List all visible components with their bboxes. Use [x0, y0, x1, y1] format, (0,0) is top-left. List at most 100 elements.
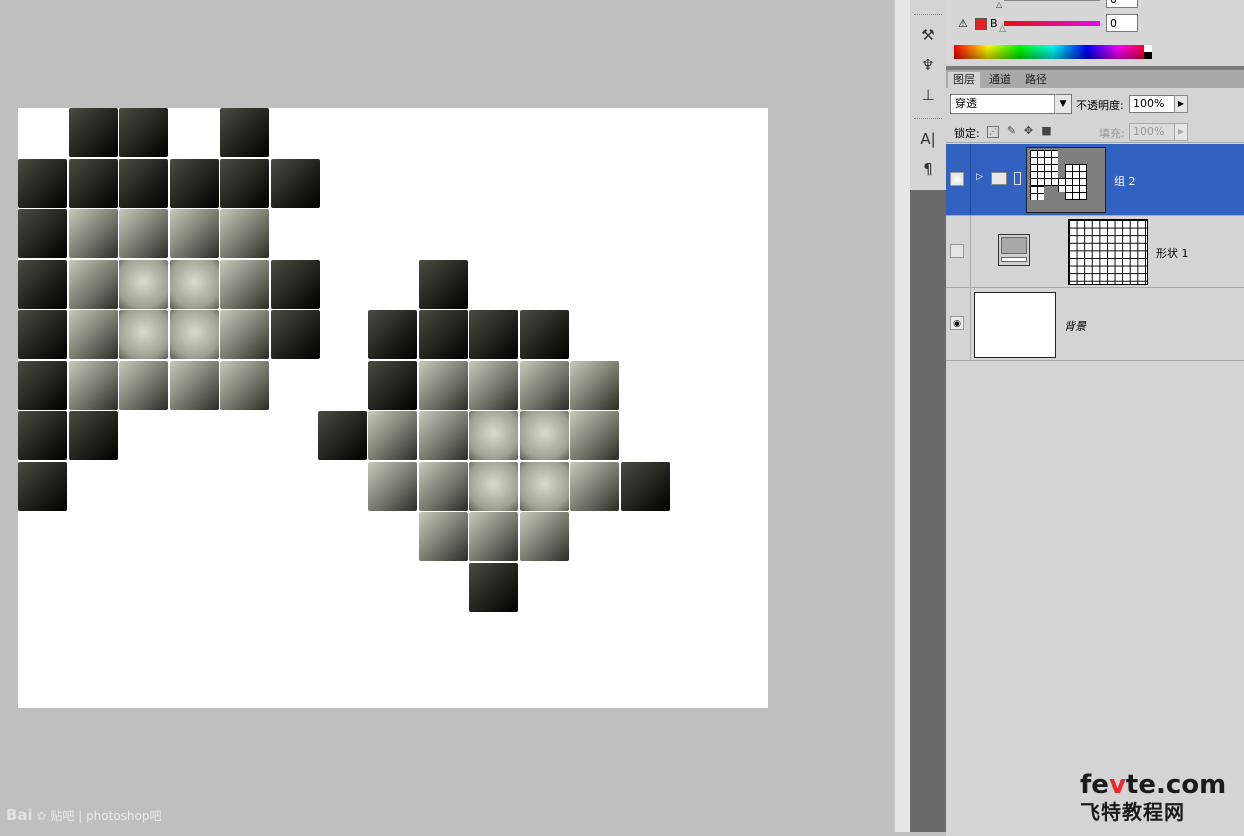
character-icon[interactable]: A|	[917, 128, 939, 150]
photo-tile-face-right	[418, 360, 468, 410]
photo-tile-face-left	[220, 209, 269, 258]
color-spectrum-bar[interactable]	[954, 45, 1152, 59]
photo-tile-face-left	[119, 259, 168, 309]
photo-tile-face-left	[270, 259, 320, 309]
tab-channels[interactable]: 通道	[984, 72, 1016, 88]
photo-tile-face-left	[220, 259, 269, 309]
document-canvas[interactable]	[18, 108, 768, 708]
photo-tile-face-left	[169, 259, 219, 309]
chevron-down-icon[interactable]: ▼	[1054, 95, 1071, 113]
lock-all-icon[interactable]: ■	[1040, 124, 1053, 137]
photo-tile-face-right	[620, 461, 670, 511]
color-swatch[interactable]	[975, 18, 987, 30]
lock-paint-icon[interactable]: ✎	[1005, 124, 1018, 137]
tab-layers[interactable]: 图层	[948, 72, 980, 88]
mask-grid-left-bottom	[1030, 186, 1044, 200]
visibility-cell: ◉	[946, 288, 971, 360]
right-panels: △ 0 ⚠ B △ 0 图层 通道 路径 穿透 ▼ 不透明度: 100% ▶ 锁…	[946, 0, 1244, 836]
lock-transparent-icon[interactable]: ⋰	[987, 126, 999, 138]
b-channel-label: B	[990, 17, 998, 30]
photo-tile-face-left	[169, 360, 219, 410]
top-channel-input[interactable]: 0	[1106, 0, 1138, 8]
mask-grid-right	[1065, 164, 1087, 200]
photo-tile-face-left	[68, 108, 118, 157]
photo-tile-face-right	[469, 512, 519, 561]
expand-triangle-icon[interactable]: ▷	[976, 172, 983, 182]
photo-tile-face-left	[68, 158, 118, 208]
watermark-brand: Bai	[6, 806, 33, 824]
photo-tile-face-left	[18, 360, 67, 410]
photo-tile-face-right	[418, 461, 468, 511]
photo-tile-face-left	[18, 411, 67, 460]
slider-thumb-icon[interactable]: △	[999, 24, 1006, 34]
fill-arrow-icon[interactable]: ▶	[1174, 123, 1188, 141]
paragraph-icon[interactable]: ¶	[917, 158, 939, 180]
tab-paths[interactable]: 路径	[1020, 72, 1052, 88]
shape-layer-icon[interactable]	[998, 234, 1030, 266]
vector-mask-thumbnail[interactable]	[1068, 219, 1148, 285]
photo-tile-face-left	[18, 158, 67, 208]
top-channel-slider[interactable]	[1004, 0, 1100, 1]
blend-mode-select[interactable]: 穿透 ▼	[950, 94, 1072, 114]
document-workspace: Bai ✿ 贴吧 | photoshop吧	[0, 0, 894, 832]
layer-name[interactable]: 背景	[1064, 318, 1086, 334]
layer-row-shape-1[interactable]: 形状 1	[946, 216, 1244, 288]
b-channel-input[interactable]: 0	[1106, 14, 1138, 32]
layer-name[interactable]: 形状 1	[1156, 245, 1189, 261]
layer-row-background[interactable]: ◉ 背景	[946, 288, 1244, 361]
layer-mask-thumbnail[interactable]	[1026, 147, 1106, 213]
folder-icon	[991, 172, 1007, 185]
color-panel: △ 0 ⚠ B △ 0	[946, 0, 1244, 66]
photo-tile-face-left	[169, 209, 219, 258]
clone-source-icon[interactable]: ♆	[917, 54, 939, 76]
b-channel-slider[interactable]	[1004, 21, 1100, 26]
photo-tile-face-right	[368, 310, 418, 359]
chain-link-icon[interactable]	[1014, 172, 1021, 185]
photo-tile-face-left	[270, 310, 320, 359]
eye-icon[interactable]: ◉	[950, 172, 964, 186]
photo-tile-face-right	[519, 411, 569, 460]
fill-input[interactable]: 100%	[1129, 123, 1175, 141]
photo-tile-face-left	[18, 310, 67, 359]
layer-row-group-2[interactable]: ◉ ▷ 组 2	[946, 144, 1244, 216]
dock-separator	[914, 118, 942, 121]
layer-name[interactable]: 组 2	[1114, 173, 1136, 189]
black-white-swatches[interactable]	[1144, 45, 1152, 59]
mask-grid-left	[1030, 150, 1058, 186]
opacity-input[interactable]: 100%	[1129, 95, 1175, 113]
tool-presets-icon[interactable]: ⊥	[917, 84, 939, 106]
photo-tile-face-right	[519, 360, 569, 410]
photo-tile-face-left	[68, 259, 118, 309]
baidu-tieba-watermark: Bai ✿ 贴吧 | photoshop吧	[6, 806, 162, 824]
photo-tile-face-left	[169, 158, 219, 208]
eye-off-icon[interactable]	[950, 244, 964, 258]
logo-chinese: 飞特教程网	[1080, 800, 1185, 824]
photo-tile-face-right	[368, 411, 418, 460]
layers-panel: 图层 通道 路径 穿透 ▼ 不透明度: 100% ▶ 锁定: ⋰ ✎ ✥ ■ 填…	[946, 66, 1244, 836]
photo-tile-face-left	[119, 360, 168, 410]
photo-tile-face-right	[469, 411, 519, 460]
vertical-scrollbar[interactable]	[894, 0, 911, 832]
photo-tile-face-left	[119, 108, 168, 157]
photo-tile-face-right	[418, 512, 468, 561]
panel-dock: ⚒ ♆ ⊥ A| ¶	[910, 0, 947, 190]
photo-tile-face-right	[469, 461, 519, 511]
photo-tile-face-left	[220, 310, 269, 359]
opacity-arrow-icon[interactable]: ▶	[1174, 95, 1188, 113]
photo-tile-face-left	[68, 411, 118, 460]
layers-panel-tabs: 图层 通道 路径	[946, 70, 1244, 88]
lock-position-icon[interactable]: ✥	[1022, 124, 1035, 137]
photo-tile-face-right	[418, 259, 468, 309]
fevte-logo: fevte.com 飞特教程网	[1080, 770, 1240, 824]
photo-tile-face-left	[220, 108, 269, 157]
eye-icon[interactable]: ◉	[950, 316, 964, 330]
photo-tile-face-left	[18, 209, 67, 258]
background-thumbnail[interactable]	[974, 292, 1056, 358]
photo-tile-face-left	[68, 310, 118, 359]
photo-tile-face-right	[519, 461, 569, 511]
brush-presets-icon[interactable]: ⚒	[917, 24, 939, 46]
photo-tile-face-right	[469, 360, 519, 410]
photo-tile-face-right	[570, 461, 620, 511]
slider-thumb-icon[interactable]: △	[996, 0, 1002, 9]
mask-grid-right-side	[1058, 178, 1065, 192]
